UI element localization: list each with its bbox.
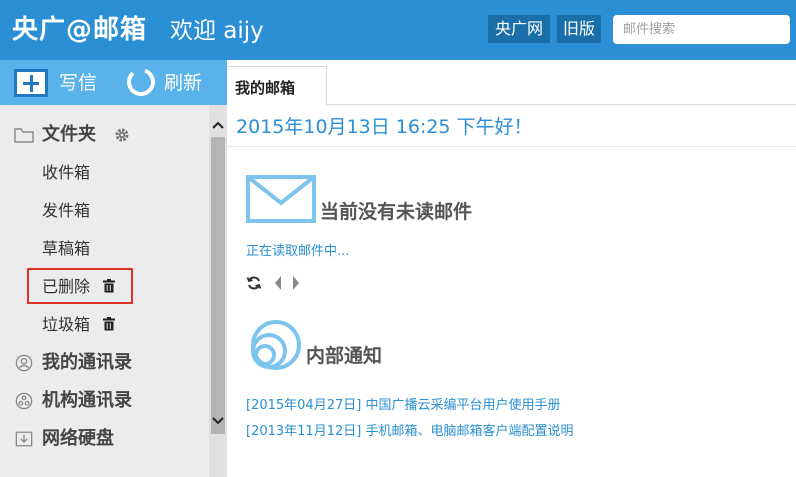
refresh-button[interactable]: 刷新 <box>126 67 216 99</box>
folder-drafts[interactable]: 草稿箱 <box>42 236 90 262</box>
contact-icon <box>15 354 33 372</box>
brand-logo: 央广@邮箱 <box>12 15 148 45</box>
refresh-icon <box>127 68 155 96</box>
notice-link[interactable]: [2013年11月12日] 手机邮箱、电脑邮箱客户端配置说明 <box>246 422 573 442</box>
net-disk-label: 网络硬盘 <box>42 428 114 449</box>
tab-bar: 我的邮箱 <box>227 60 796 106</box>
my-contacts-label: 我的通讯录 <box>42 352 132 373</box>
trash-icon[interactable] <box>103 316 116 331</box>
tab-my-mailbox[interactable]: 我的邮箱 <box>227 66 327 106</box>
gear-icon[interactable] <box>114 127 130 143</box>
old-version-button[interactable]: 旧版 <box>557 15 601 43</box>
refresh-label: 刷新 <box>164 72 203 94</box>
folder-spam-label: 垃圾箱 <box>42 315 91 334</box>
folder-inbox[interactable]: 收件箱 <box>42 160 90 186</box>
cnr-site-button[interactable]: 央广网 <box>488 15 550 43</box>
plus-icon <box>14 69 48 97</box>
greeting-text: 2015年10月13日 16:25 下午好！ <box>236 116 533 138</box>
disk-icon <box>15 431 33 447</box>
loading-text: 正在读取邮件中... <box>246 244 350 259</box>
notice-heading: 内部通知 <box>306 345 383 367</box>
sidebar: 文件夹 收件箱 发件箱 草稿箱 已删除 垃圾箱 我的通讯录 机构通讯录 网络硬盘 <box>0 105 227 477</box>
compose-button[interactable]: 写信 <box>14 67 124 99</box>
chevron-down-icon[interactable] <box>209 411 227 429</box>
compose-label: 写信 <box>59 72 98 94</box>
mail-toolbar: 写信 刷新 <box>0 60 227 105</box>
top-header: 央广@邮箱 欢迎 aijy 央广网 旧版 <box>0 0 796 60</box>
notice-bubble-icon <box>251 320 301 370</box>
chevron-up-icon[interactable] <box>209 117 227 135</box>
prev-arrow-icon[interactable] <box>273 274 283 292</box>
folder-sent[interactable]: 发件箱 <box>42 198 90 224</box>
welcome-text: 欢迎 aijy <box>170 18 264 44</box>
next-arrow-icon[interactable] <box>291 274 301 292</box>
sidebar-scroll-thumb[interactable] <box>211 137 225 434</box>
envelope-icon <box>246 175 316 223</box>
divider <box>227 146 796 147</box>
notice-link[interactable]: [2015年04月27日] 中国广播云采编平台用户使用手册 <box>246 396 560 416</box>
reload-icon[interactable] <box>246 274 262 292</box>
folders-label: 文件夹 <box>42 124 96 145</box>
folder-icon <box>14 128 34 143</box>
highlight-box <box>27 268 133 304</box>
org-contacts-label: 机构通讯录 <box>42 390 132 411</box>
org-icon <box>15 392 33 410</box>
unread-heading: 当前没有未读邮件 <box>320 201 473 223</box>
folder-spam[interactable]: 垃圾箱 <box>42 312 116 338</box>
mail-search-input[interactable] <box>613 15 790 44</box>
